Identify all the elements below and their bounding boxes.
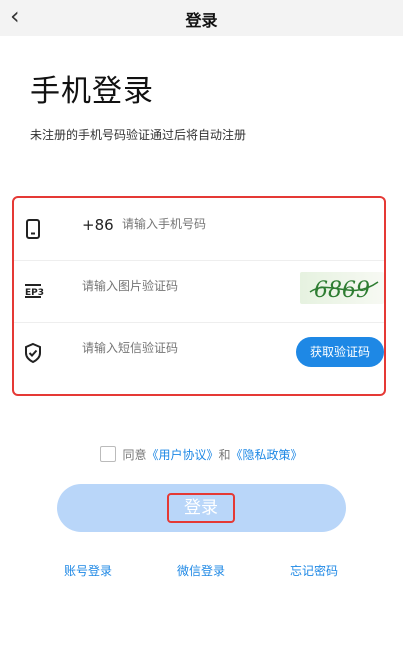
agreement-checkbox[interactable] — [100, 446, 117, 462]
login-form: +86 EP3 6869 获取验证码 — [12, 196, 386, 396]
nav-bar: ‹ 登录 — [0, 0, 403, 36]
get-code-button[interactable]: 获取验证码 — [296, 337, 384, 367]
login-button-label: 登录 — [167, 493, 235, 523]
phone-icon — [22, 218, 44, 240]
agreement-row: 同意《用户协议》和《隐私政策》 — [0, 446, 403, 463]
image-code-icon: EP3 — [22, 280, 44, 302]
agree-text: 同意 — [122, 448, 147, 462]
account-login-link[interactable]: 账号登录 — [64, 562, 112, 579]
nav-title: 登录 — [185, 11, 218, 30]
country-code[interactable]: +86 — [82, 216, 114, 234]
page-title: 手机登录 — [30, 74, 154, 109]
privacy-link[interactable]: 《隐私政策》 — [231, 448, 303, 462]
wechat-login-link[interactable]: 微信登录 — [177, 562, 225, 579]
shield-icon — [22, 342, 44, 364]
sms-row: 获取验证码 — [14, 322, 384, 384]
captcha-text: 6869 — [314, 278, 370, 303]
phone-input[interactable] — [122, 217, 362, 231]
image-captcha-row: EP3 6869 — [14, 260, 384, 323]
terms-link[interactable]: 《用户协议》 — [146, 448, 218, 462]
login-button[interactable]: 登录 — [57, 484, 346, 532]
image-captcha-input[interactable] — [82, 279, 282, 293]
and-text: 和 — [218, 448, 231, 462]
page-subtitle: 未注册的手机号码验证通过后将自动注册 — [30, 128, 247, 142]
forgot-password-link[interactable]: 忘记密码 — [290, 562, 338, 579]
captcha-image[interactable]: 6869 — [300, 272, 384, 304]
svg-text:EP3: EP3 — [25, 288, 44, 298]
sms-code-input[interactable] — [82, 341, 272, 355]
phone-row: +86 — [14, 198, 384, 261]
